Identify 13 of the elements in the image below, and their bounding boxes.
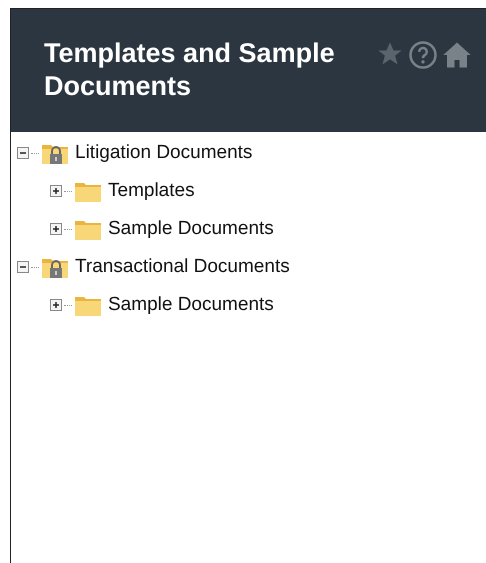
tree-item[interactable]: Litigation Documents bbox=[75, 138, 252, 168]
tree-item[interactable]: Transactional Documents bbox=[75, 252, 290, 282]
panel-title: Templates and Sample Documents bbox=[44, 37, 336, 103]
expand-icon[interactable] bbox=[50, 223, 62, 235]
expand-icon[interactable] bbox=[50, 185, 62, 197]
tree-item[interactable]: Templates bbox=[108, 176, 195, 206]
tree-item[interactable]: Sample Documents bbox=[108, 214, 274, 244]
collapse-icon[interactable] bbox=[17, 147, 29, 159]
collapse-icon[interactable] bbox=[17, 261, 29, 273]
tree-item[interactable]: Sample Documents bbox=[108, 290, 274, 320]
expand-icon[interactable] bbox=[50, 299, 62, 311]
help-icon[interactable] bbox=[408, 40, 438, 70]
home-icon[interactable] bbox=[442, 40, 472, 70]
